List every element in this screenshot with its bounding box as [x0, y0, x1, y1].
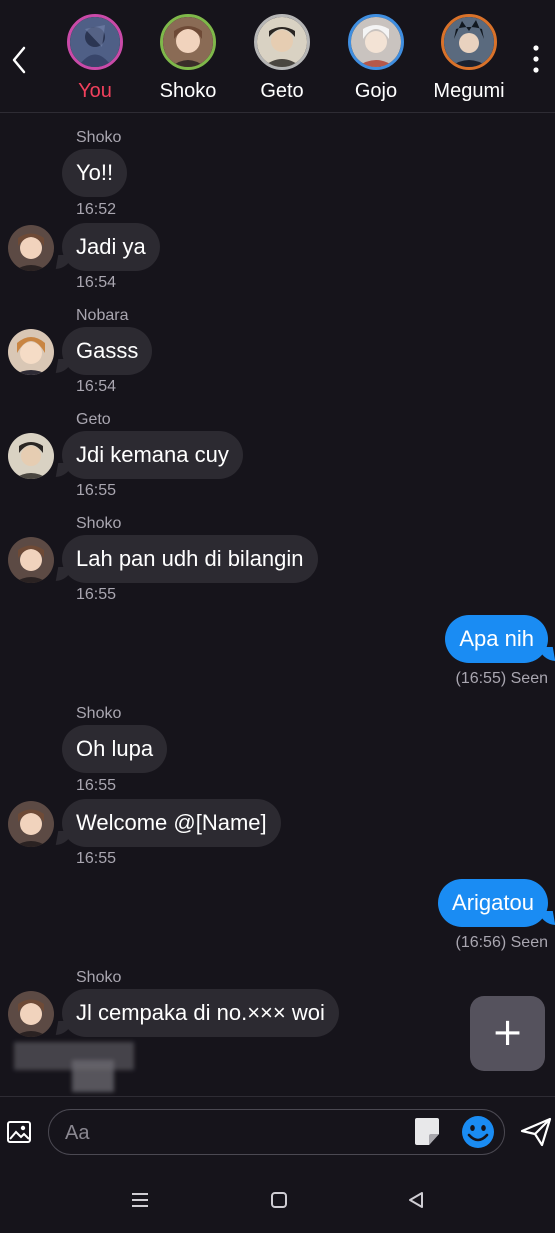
- avatar: [254, 14, 310, 70]
- message-bubble[interactable]: Lah pan udh di bilangin: [62, 535, 318, 583]
- message-input[interactable]: [63, 1116, 397, 1150]
- avatar: [67, 14, 123, 70]
- add-button[interactable]: +: [470, 996, 545, 1071]
- sender-name: Shoko: [76, 129, 122, 146]
- member-geto[interactable]: Geto: [237, 14, 327, 103]
- message-time: 16:54: [76, 378, 117, 395]
- sender-name: Geto: [76, 411, 111, 428]
- message-time: 16:55: [76, 850, 117, 867]
- message-bubble[interactable]: Jl cempaka di no.××× woi: [62, 989, 339, 1037]
- member-name: Megumi: [433, 80, 505, 102]
- avatar[interactable]: [8, 225, 54, 271]
- my-message-bubble[interactable]: Arigatou: [438, 879, 548, 927]
- avatar[interactable]: [8, 329, 54, 375]
- sender-name: Shoko: [76, 705, 122, 722]
- message-field[interactable]: [48, 1109, 505, 1155]
- message-time: 16:55: [76, 482, 117, 499]
- message-time: 16:55: [76, 777, 117, 794]
- plus-icon: +: [491, 1010, 524, 1054]
- avatar: [441, 14, 497, 70]
- sender-name: Nobara: [76, 307, 129, 324]
- gallery-icon[interactable]: [6, 1119, 32, 1145]
- recent-apps-icon[interactable]: [130, 1190, 150, 1210]
- sender-name: Shoko: [76, 515, 122, 532]
- message-bubble[interactable]: Welcome @[Name]: [62, 799, 281, 847]
- more-options-icon[interactable]: [526, 42, 546, 76]
- composer-bar: [0, 1096, 555, 1169]
- chat-header: You Shoko Geto Gojo Megumi: [0, 0, 555, 113]
- avatar[interactable]: [8, 537, 54, 583]
- message-time: 16:55: [76, 586, 117, 603]
- seen-status: (16:55) Seen: [455, 670, 548, 687]
- message-bubble[interactable]: Yo!!: [62, 149, 128, 197]
- member-gojo[interactable]: Gojo: [331, 14, 421, 103]
- message-bubble[interactable]: Gasss: [62, 327, 153, 375]
- seen-status: (16:56) Seen: [455, 934, 548, 951]
- member-name: You: [78, 80, 112, 102]
- message-bubble[interactable]: Oh lupa: [62, 725, 168, 773]
- send-icon[interactable]: [520, 1117, 552, 1147]
- message-bubble[interactable]: Jdi kemana cuy: [62, 431, 243, 479]
- avatar: [348, 14, 404, 70]
- member-shoko[interactable]: Shoko: [143, 14, 233, 103]
- member-you[interactable]: You: [50, 14, 140, 103]
- home-icon[interactable]: [270, 1191, 288, 1209]
- system-nav-bar: [0, 1168, 555, 1233]
- avatar: [160, 14, 216, 70]
- emoji-icon[interactable]: [460, 1114, 496, 1150]
- member-name: Geto: [260, 80, 304, 102]
- member-name: Shoko: [159, 80, 217, 102]
- back-icon[interactable]: [406, 1190, 426, 1210]
- member-name: Gojo: [354, 80, 398, 102]
- message-bubble[interactable]: Jadi ya: [62, 223, 160, 271]
- redacted-area: [72, 1060, 114, 1092]
- sender-name: Shoko: [76, 969, 122, 986]
- member-megumi[interactable]: Megumi: [424, 14, 514, 103]
- message-time: 16:54: [76, 274, 117, 291]
- my-message-bubble[interactable]: Apa nih: [445, 615, 548, 663]
- message-time: 16:52: [76, 201, 117, 218]
- back-arrow-icon[interactable]: [6, 40, 34, 80]
- avatar[interactable]: [8, 991, 54, 1037]
- avatar[interactable]: [8, 433, 54, 479]
- avatar[interactable]: [8, 801, 54, 847]
- sticker-icon[interactable]: [413, 1117, 441, 1147]
